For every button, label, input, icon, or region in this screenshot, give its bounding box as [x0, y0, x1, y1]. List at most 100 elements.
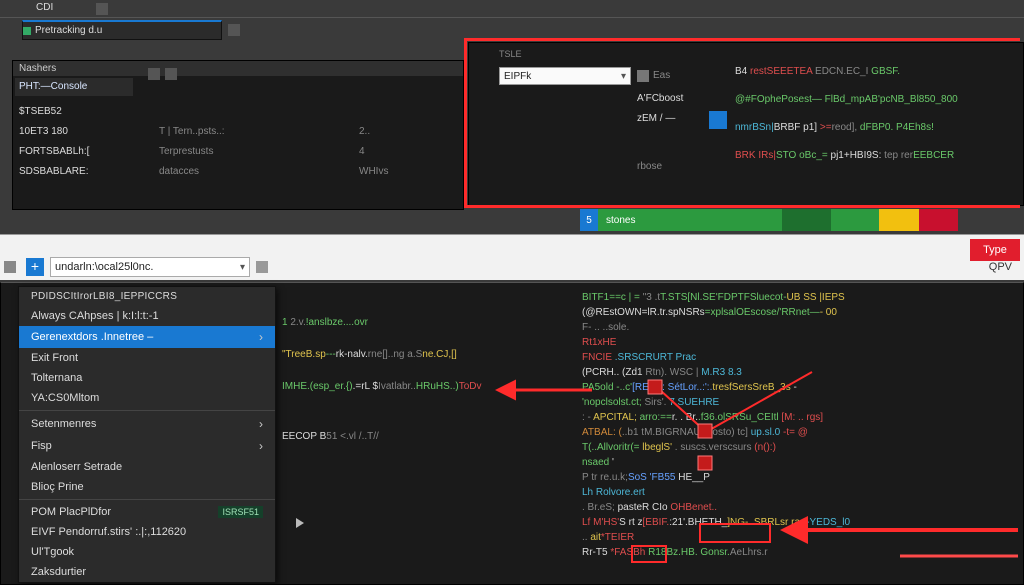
nav-icon-1[interactable] [4, 261, 16, 273]
address-bar[interactable]: undarln:\ocal25l0nc. [50, 257, 250, 277]
code-line: F- .. ..sole. [578, 321, 1024, 335]
right-code-panel: BITF1==c | = "3 .tT.STS[Nl.SE'FDPTFSluec… [578, 286, 1024, 585]
context-menu-item-label: Alenloserr Setrade [31, 461, 122, 473]
code-line: (PCRH.. (Zd1 Rtn). WSC | M.R3 8.3 [578, 366, 1024, 380]
address-chevron-icon [240, 261, 245, 273]
code-top-panel: TSLE EIPFk Eas A'FCboost zEM / — rbose B… [468, 42, 1024, 206]
left-panel-row: 10ET3 180T | Tern..psts..:2.. [13, 122, 463, 142]
status-seg-gray [958, 209, 1020, 231]
code-line: "TreeB.sp---rk-nalv.rne[]..ng a.Sne.CJ,[… [278, 348, 574, 362]
status-left-badge: 5 [586, 215, 592, 226]
code-dropdown-value: EIPFk [504, 71, 531, 82]
code-line: Rr-T5 *FASBh R18Bz.HB. Gonsr.AeLhrs.r [578, 546, 1024, 560]
browser-chrome: Type + undarln:\ocal25l0nc. QPV [0, 234, 1024, 280]
code-line: BITF1==c | = "3 .tT.STS[Nl.SE'FDPTFSluec… [578, 291, 1024, 305]
tab-icon [23, 27, 31, 35]
top-toolbar: CDI [0, 0, 1024, 18]
left-panel-row: FORTSBABLh:[Terprestusts4 [13, 142, 463, 162]
code-dropdown[interactable]: EIPFk [499, 67, 631, 85]
context-menu-item-exit-front[interactable]: Exit Front [19, 348, 275, 368]
context-menu-item-label: Exit Front [31, 352, 78, 364]
context-menu-item-zaksdurtier[interactable]: Zaksdurtier [19, 562, 275, 582]
context-menu-item-label: Zaksdurtier [31, 566, 86, 578]
context-menu-item-label: Gerenextdors .Innetree – [31, 331, 153, 343]
tab-new-icon[interactable] [228, 24, 240, 36]
chevron-right-icon [259, 417, 263, 431]
code-label-b: zEM / — [637, 113, 675, 124]
status-seg-green[interactable]: stones [598, 209, 782, 231]
code-line: Lf M'HS'S rt z[EBIF.:21'.BHETH_]NG-. SBR… [578, 516, 1024, 530]
code-line: 1 2.v.!anslbze....ovr [278, 316, 574, 330]
status-seg-blue[interactable]: 5 [580, 209, 598, 231]
status-seg-dark [782, 209, 830, 231]
browser-right-label: QPV [989, 261, 1012, 273]
console-tab[interactable]: PHT:—Console [15, 78, 133, 96]
context-menu-item-label: Setenmenres [31, 418, 96, 430]
code-line: PA5old -..c'[REBK: SétLor..:':.tresfSers… [578, 381, 1024, 395]
code-line: @#FOphePosest— FlBd_mpAB'pcNB_Bl850_800 [731, 93, 1019, 107]
code-line: : - APCITAL; arro:==r. . Br..f36.olSRSu_… [578, 411, 1024, 425]
code-line: B4 restSEEETEA EDCN.EC_I GBSF. [731, 65, 1019, 79]
context-menu-badge: ISRSF51 [218, 506, 263, 518]
code-line: IMHE.(esp_er.{).=rL $Ivatlabr..HRuHS..)T… [278, 380, 574, 394]
code-line: T(..Allvoritr(= lbeglS' . suscs.verscsur… [578, 441, 1024, 455]
toolbar-icon-1[interactable] [96, 3, 108, 15]
code-line: Lh Rolvore.ert [578, 486, 1024, 500]
left-panel-row: $TSEB52 [13, 102, 463, 122]
code-line: ATBAL: (..b1 tM.BIGRNAU-mosto) tc] up.sl… [578, 426, 1024, 440]
window-tab[interactable]: Pretracking d.u [22, 20, 222, 40]
context-menu-item-label: Tolternana [31, 372, 82, 384]
type-badge-label: Type [983, 244, 1007, 256]
toolbar-left-label: CDI [36, 2, 53, 13]
code-line: . Br.eS; pasteR CIo OHBenet.. [578, 501, 1024, 515]
tab-title: Pretracking d.u [35, 25, 102, 36]
context-menu-header: PDIDSCItIrorLBI8_IEPPICCRS [19, 287, 275, 306]
context-menu-item-label: Always CAhpses | k:I:l:t:-1 [31, 310, 159, 322]
code-line: nsaed ' [578, 456, 1024, 470]
context-menu-item-yacs0mltom[interactable]: YA:CS0Mltom [19, 388, 275, 408]
context-menu-item-gere-nextdors[interactable]: Gerenextdors .Innetree – [19, 326, 275, 348]
code-line: nmrBSn|BRBF p1] >=reod], dFBP0. P4Eh8s! [731, 121, 1019, 135]
code-line: (@REstOWN=lR.tr.spNSRs=xplsalOEscose/'RR… [578, 306, 1024, 320]
code-top-tab: TSLE [499, 49, 522, 59]
chevron-down-icon [621, 71, 626, 82]
code-dropdown-side-icon[interactable] [637, 70, 649, 82]
context-menu-item-ulp-gook[interactable]: Ul'Tgook [19, 542, 275, 562]
context-menu-item-setenmenres[interactable]: Setenmenres [19, 413, 275, 435]
code-line: .. ait*TEIER [578, 531, 1024, 545]
left-panel-title: Nashers [13, 61, 463, 76]
code-line: BRK IRs|STO oBc_= pj1+HBI9S: tep rerEEBC… [731, 149, 1019, 163]
code-label-a: A'FCboost [637, 93, 683, 104]
code-line: P tr re.u.k;SoS 'FB55 HE__P [578, 471, 1024, 485]
context-menu-item-label: EIVF Pendorruf.stirs' :.|:,112620 [31, 526, 186, 538]
chevron-right-icon [259, 330, 263, 344]
context-menu-item-tolternana[interactable]: Tolternana [19, 368, 275, 388]
status-strip: 5 stones [580, 209, 1020, 231]
context-menu-separator [19, 410, 275, 411]
code-line: FNCIE .SRSCRURT Prac [578, 351, 1024, 365]
code-line: EECOP B51 <.vl /..T// [278, 430, 574, 444]
status-seg-label: stones [606, 215, 635, 226]
context-menu-item-bloa-prine[interactable]: Blioç Prine [19, 477, 275, 497]
status-seg-green2 [831, 209, 879, 231]
status-seg-red [919, 209, 959, 231]
new-tab-plus[interactable]: + [26, 258, 44, 276]
context-menu-item-pom-placr[interactable]: POM PlacPlDforISRSF51 [19, 502, 275, 522]
context-menu-item-fisp[interactable]: Fisp [19, 435, 275, 457]
context-menu-item-eivf-pendor[interactable]: EIVF Pendorruf.stirs' :.|:,112620 [19, 522, 275, 542]
left-panel-row: SDSBABLARE:dataccesWHIvs [13, 162, 463, 182]
code-line: Rt1xHE [578, 336, 1024, 350]
code-dropdown-side: Eas [653, 70, 670, 81]
context-menu-item-label: Ul'Tgook [31, 546, 74, 558]
block-icon [709, 111, 727, 129]
context-menu-item-label: Blioç Prine [31, 481, 84, 493]
context-menu-item-alenloserr[interactable]: Alenloserr Setrade [19, 457, 275, 477]
context-menu-item-always-capses[interactable]: Always CAhpses | k:I:l:t:-1 [19, 306, 275, 326]
context-menu-item-label: Fisp [31, 440, 52, 452]
mid-code-panel: 1 2.v.!anslbze....ovr "TreeB.sp---rk-nalv… [278, 286, 574, 585]
console-tab-label: PHT:—Console [19, 81, 87, 92]
nav-icon-2[interactable] [256, 261, 268, 273]
play-icon[interactable] [296, 518, 304, 528]
chevron-right-icon [259, 439, 263, 453]
code-label-c: rbose [637, 161, 662, 172]
